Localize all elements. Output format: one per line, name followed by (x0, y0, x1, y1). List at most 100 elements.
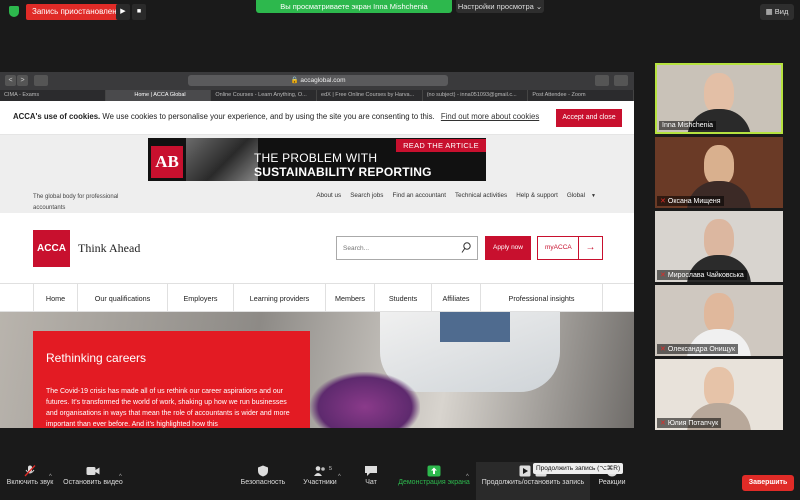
util-link-about[interactable]: About us (316, 192, 341, 199)
view-settings-button[interactable]: Настройки просмотра ⌄ (456, 0, 544, 13)
hero-title: Rethinking careers (46, 351, 147, 365)
cookie-text: We use cookies to personalise your exper… (102, 112, 435, 121)
participant-name: Inna Mishchenia (659, 121, 716, 130)
read-article-button[interactable]: READ THE ARTICLE (396, 139, 486, 152)
stop-video-button[interactable]: Остановить видео (62, 465, 124, 497)
region-selector[interactable]: Global ▼ (567, 192, 596, 199)
cookie-banner: ACCA's use of cookies. We use cookies to… (0, 101, 634, 135)
cookie-more-link[interactable]: Find out more about cookies (441, 112, 539, 121)
chevron-up-icon[interactable]: ^ (338, 474, 341, 480)
chat-button[interactable]: Чат (360, 465, 382, 497)
chevron-up-icon[interactable]: ^ (49, 474, 52, 480)
ad-banner[interactable]: AB READ THE ARTICLE THE PROBLEM WITH SUS… (148, 138, 486, 181)
util-link-jobs[interactable]: Search jobs (350, 192, 383, 199)
acca-logo[interactable]: ACCA (33, 230, 70, 267)
hero-photo-scarf (310, 372, 420, 428)
sidebar-icon[interactable] (34, 75, 48, 86)
people-icon (314, 466, 325, 476)
participant-tile[interactable]: ✕ Оксана Мищеня (655, 137, 783, 208)
reactions-label: Реакции (598, 479, 626, 486)
participant-tile[interactable]: ✕ Олександра Онищук (655, 285, 783, 356)
participants-count: 5 (329, 466, 333, 472)
nav-item-members[interactable]: Members (325, 284, 374, 313)
nav-item-home[interactable]: Home (33, 284, 77, 313)
view-button[interactable]: ▦ Вид (760, 4, 794, 20)
participant-tile[interactable]: ✕ Мирослава Чайковська (655, 211, 783, 282)
chevron-down-icon: ▼ (591, 193, 596, 199)
browser-tab[interactable]: edX | Free Online Courses by Harva... (317, 90, 423, 101)
shield-icon[interactable] (9, 6, 19, 17)
apply-now-button[interactable]: Apply now (485, 236, 531, 260)
nav-item-students[interactable]: Students (374, 284, 431, 313)
forward-button[interactable]: > (17, 75, 28, 86)
participant-name: ✕ Юлия Потапчук (657, 418, 722, 428)
participants-button[interactable]: Участники (301, 465, 339, 497)
chevron-up-icon[interactable]: ^ (119, 474, 122, 480)
video-label: Остановить видео (63, 479, 123, 486)
share-screen-button[interactable]: Демонстрация экрана (396, 465, 472, 497)
util-link-help[interactable]: Help & support (516, 192, 558, 199)
stop-recording-button[interactable]: ■ (132, 4, 146, 20)
site-tagline: The global body for professional account… (33, 194, 119, 211)
ad-headline-1: THE PROBLEM WITH (254, 151, 378, 165)
hero-photo-detail (440, 312, 510, 342)
share-icon[interactable] (595, 75, 609, 86)
search-input[interactable] (337, 237, 447, 260)
mic-off-icon: ✕ (660, 198, 666, 205)
chat-label: Чат (365, 479, 377, 486)
accept-cookies-button[interactable]: Accept and close (556, 109, 622, 127)
hero-section: Rethinking careers The Covid-19 crisis h… (0, 312, 634, 428)
nav-item-employers[interactable]: Employers (167, 284, 233, 313)
zoom-window: Запись приостановлена ▶ ■ Вы просматрива… (0, 0, 800, 500)
participant-tile[interactable]: Inna Mishchenia (655, 63, 783, 134)
nav-item-affiliates[interactable]: Affiliates (431, 284, 480, 313)
util-link-technical[interactable]: Technical activities (455, 192, 507, 199)
region-label: Global (566, 192, 586, 199)
chevron-up-icon[interactable]: ^ (466, 474, 469, 480)
resume-recording-button[interactable]: ▶ (116, 4, 130, 20)
participant-name: ✕ Олександра Онищук (657, 344, 739, 354)
site-header: ACCA Think Ahead Apply now myACCA → (0, 213, 634, 283)
security-button[interactable]: Безопасность (240, 465, 286, 497)
participant-video (704, 219, 734, 259)
myacca-button[interactable]: myACCA → (537, 236, 603, 260)
shield-icon (258, 465, 268, 477)
participant-name-text: Оксана Мищеня (667, 198, 721, 205)
back-button[interactable]: < (5, 75, 16, 86)
utility-bar: The global body for professional account… (0, 185, 634, 213)
mic-off-icon: ✕ (660, 420, 666, 427)
participant-tile[interactable]: ✕ Юлия Потапчук (655, 359, 783, 430)
view-button-label: Вид (774, 7, 789, 16)
browser-tab-active[interactable]: Home | ACCA Global (105, 90, 212, 101)
participant-name-text: Олександра Онищук (667, 346, 736, 353)
mic-off-icon: ✕ (660, 346, 666, 353)
url-text: accaglobal.com (300, 77, 346, 84)
browser-tab[interactable]: Online Courses - Learn Anything, O... (211, 90, 318, 101)
search-icon[interactable] (461, 242, 471, 254)
grid-icon: ▦ (765, 7, 775, 16)
tabs-overview-icon[interactable] (614, 75, 628, 86)
url-bar[interactable]: 🔒 accaglobal.com (188, 75, 448, 86)
lock-icon: 🔒 (290, 77, 301, 84)
share-screen-icon (427, 465, 441, 477)
hero-card[interactable]: Rethinking careers The Covid-19 crisis h… (33, 331, 310, 428)
participant-video (704, 145, 734, 185)
browser-tab[interactable]: Post Attendee - Zoom (528, 90, 634, 101)
recording-tooltip: Продолжить запись (⌥⌘R) (533, 463, 624, 474)
nav-item-qualifications[interactable]: Our qualifications (77, 284, 167, 313)
unmute-button[interactable]: Включить звук (4, 465, 56, 497)
browser-toolbar: < > 🔒 accaglobal.com (0, 72, 634, 90)
end-meeting-button[interactable]: Завершить (742, 475, 794, 491)
nav-item-learning-providers[interactable]: Learning providers (233, 284, 325, 313)
meeting-toolbar: Включить звук ^ Остановить видео ^ Безоп… (0, 462, 800, 500)
util-link-find-accountant[interactable]: Find an accountant (392, 192, 446, 199)
nav-item-professional-insights[interactable]: Professional insights (480, 284, 603, 313)
ad-zone: AB READ THE ARTICLE THE PROBLEM WITH SUS… (0, 135, 634, 185)
mic-off-icon (24, 465, 36, 477)
cookie-title: ACCA's use of cookies. (13, 112, 101, 121)
browser-tab[interactable]: (no subject) - inna051093@gmail.c... (423, 90, 529, 101)
browser-tab[interactable]: CIMA - Exams (0, 90, 106, 101)
main-navigation: Home Our qualifications Employers Learni… (0, 283, 634, 313)
participant-video (704, 73, 734, 113)
myacca-label: myACCA (545, 244, 572, 251)
